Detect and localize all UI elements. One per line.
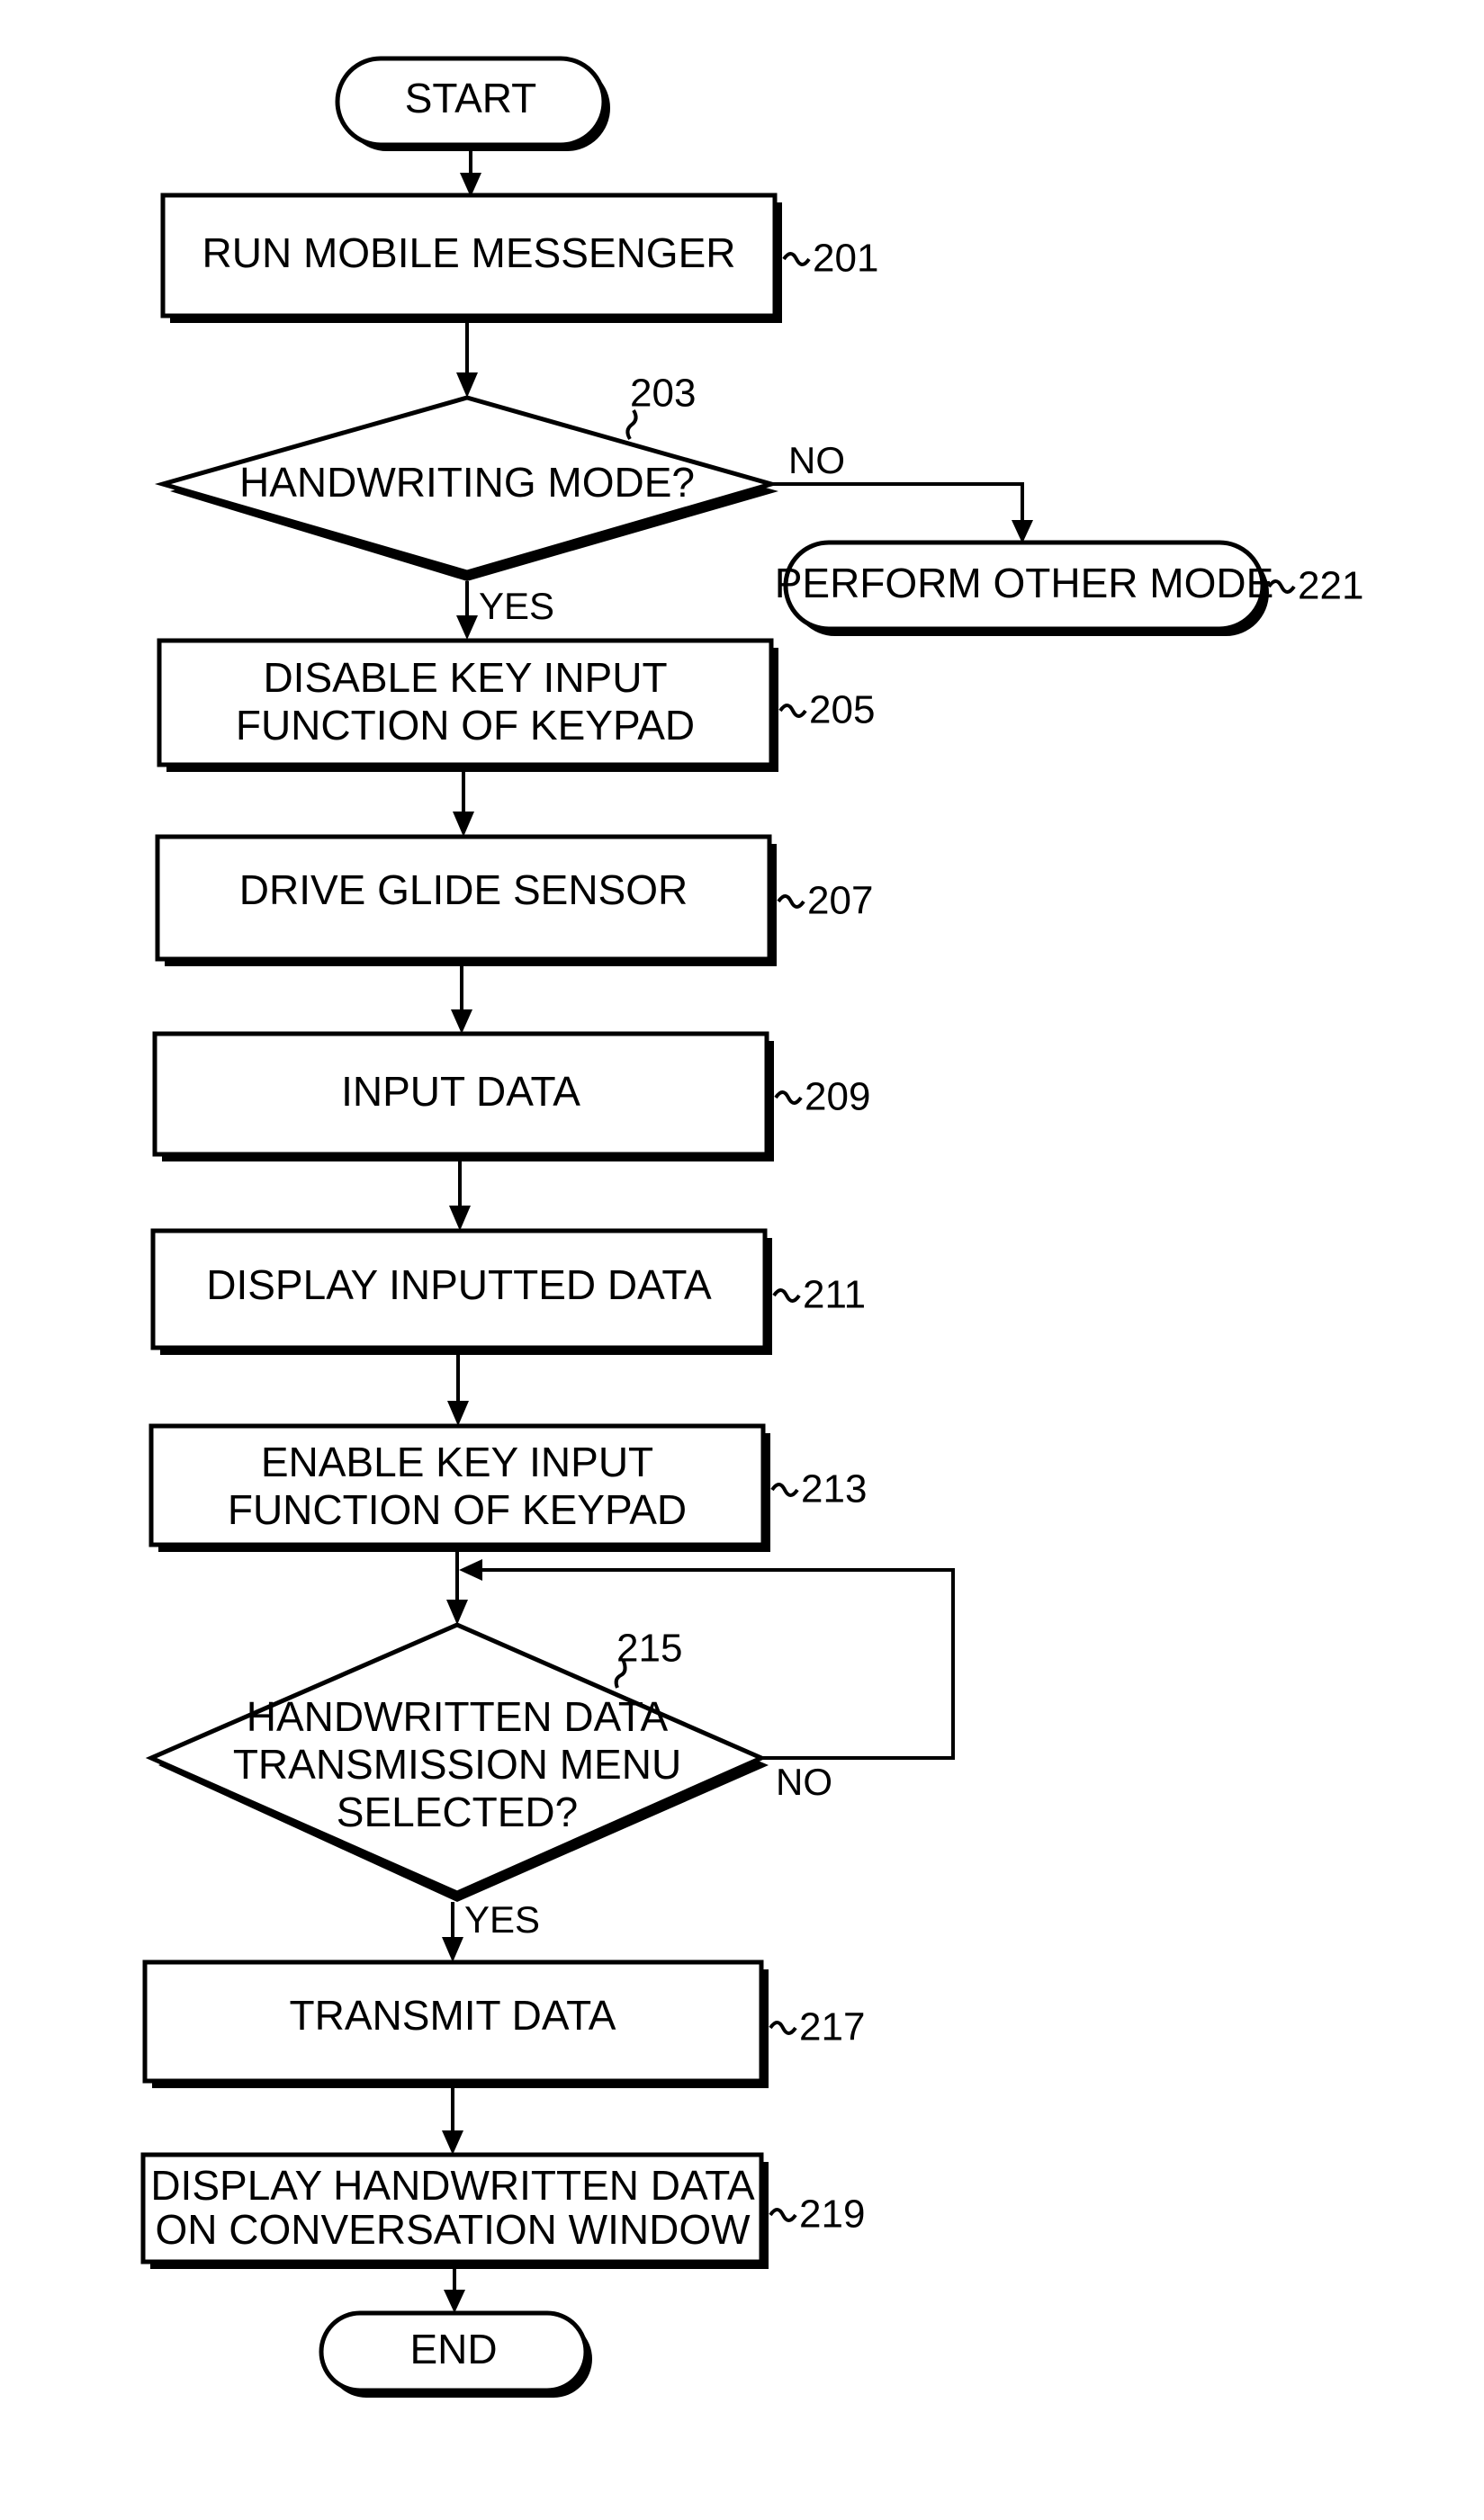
ref-leader-201 [782, 252, 811, 266]
ref-205: 205 [809, 688, 875, 732]
edge-203-no: NO [771, 439, 1033, 543]
ref-215: 215 [616, 1627, 682, 1671]
process-207: DRIVE GLIDE SENSOR 207 [155, 834, 873, 966]
ref-203: 203 [630, 372, 696, 416]
ref-leader-205 [778, 704, 807, 718]
ref-211: 211 [803, 1273, 866, 1317]
arrowhead [453, 812, 474, 837]
edge-205-207 [453, 772, 474, 837]
process-219: DISPLAY HANDWRITTEN DATA ON CONVERSATION… [140, 2152, 865, 2269]
process-213-line-1: ENABLE KEY INPUT [261, 1439, 653, 1485]
process-211-text: DISPLAY INPUTTED DATA [206, 1261, 712, 1308]
process-205-line-2: FUNCTION OF KEYPAD [236, 702, 695, 749]
arrowhead [442, 1937, 463, 1962]
arrowhead [447, 1401, 469, 1426]
ref-leader-213 [770, 1483, 799, 1497]
process-209: INPUT DATA 209 [152, 1031, 870, 1161]
end-label: END [409, 2326, 497, 2372]
decision-215-line-1: HANDWRITTEN DATA [247, 1693, 669, 1740]
process-217-text: TRANSMIT DATA [290, 1992, 616, 2039]
decision-215: HANDWRITTEN DATA TRANSMISSION MENU SELEC… [145, 1622, 769, 1902]
process-219-line-2: ON CONVERSATION WINDOW [155, 2206, 751, 2253]
arrowhead [449, 1206, 471, 1231]
process-205-line-1: DISABLE KEY INPUT [263, 654, 667, 701]
process-201: RUN MOBILE MESSENGER 201 [160, 193, 878, 323]
process-213-line-2: FUNCTION OF KEYPAD [228, 1486, 687, 1533]
ref-leader-217 [769, 2021, 797, 2035]
arrowhead [444, 2290, 465, 2313]
flowchart: START RUN MOBILE MESSENGER 201 HANDWRITI… [140, 56, 1363, 2398]
edge-203-no-label: NO [788, 439, 845, 481]
arrowhead [446, 1600, 468, 1625]
edge-215-no-label: NO [776, 1761, 832, 1803]
edge-219-end [444, 2269, 465, 2313]
ref-leader-211 [772, 1288, 801, 1303]
process-211: DISPLAY INPUTTED DATA 211 [150, 1228, 866, 1355]
ref-217: 217 [799, 2005, 865, 2049]
start-terminal: START [335, 56, 610, 151]
arrowhead [442, 2130, 463, 2155]
decision-215-line-3: SELECTED? [337, 1789, 578, 1835]
edge-203-yes-label: YES [479, 585, 554, 627]
ref-leader-219 [769, 2208, 797, 2222]
decision-203-text: HANDWRITING MODE? [239, 459, 695, 506]
arrowhead [1012, 520, 1033, 543]
ref-213: 213 [801, 1467, 867, 1511]
arrowhead [456, 372, 478, 398]
terminal-221-text: PERFORM OTHER MODE [775, 560, 1274, 606]
edge-215-yes-label: YES [464, 1898, 540, 1941]
edge-209-211 [449, 1161, 471, 1231]
arrowhead [456, 615, 478, 640]
arrowhead [451, 1009, 472, 1034]
process-209-text: INPUT DATA [341, 1068, 580, 1115]
ref-209: 209 [805, 1075, 870, 1119]
ref-201: 201 [813, 237, 878, 281]
process-207-text: DRIVE GLIDE SENSOR [239, 866, 688, 913]
end-terminal: END [319, 2310, 592, 2398]
ref-leader-207 [777, 894, 805, 909]
ref-219: 219 [799, 2193, 865, 2237]
process-201-text: RUN MOBILE MESSENGER [202, 229, 736, 276]
edge-217-219 [442, 2088, 463, 2155]
edge-215-yes: YES [442, 1898, 540, 1962]
ref-leader-209 [774, 1090, 803, 1105]
process-213: ENABLE KEY INPUT FUNCTION OF KEYPAD 213 [148, 1423, 867, 1552]
edge-207-209 [451, 966, 472, 1034]
decision-203: HANDWRITING MODE? 203 [154, 372, 780, 581]
ref-221: 221 [1298, 564, 1363, 608]
edge-211-213 [447, 1355, 469, 1426]
process-219-line-1: DISPLAY HANDWRITTEN DATA [150, 2162, 755, 2209]
decision-215-line-2: TRANSMISSION MENU [233, 1741, 681, 1788]
arrowhead [459, 1559, 482, 1581]
terminal-221: PERFORM OTHER MODE 221 [775, 540, 1363, 636]
edge-start-201 [460, 151, 481, 197]
edge-213-215 [446, 1552, 468, 1625]
edge-201-203 [456, 323, 478, 398]
ref-207: 207 [807, 879, 873, 923]
start-label: START [405, 75, 537, 121]
edge-203-yes: YES [456, 581, 554, 640]
process-205: DISABLE KEY INPUT FUNCTION OF KEYPAD 205 [157, 638, 875, 772]
process-217: TRANSMIT DATA 217 [142, 1960, 865, 2088]
